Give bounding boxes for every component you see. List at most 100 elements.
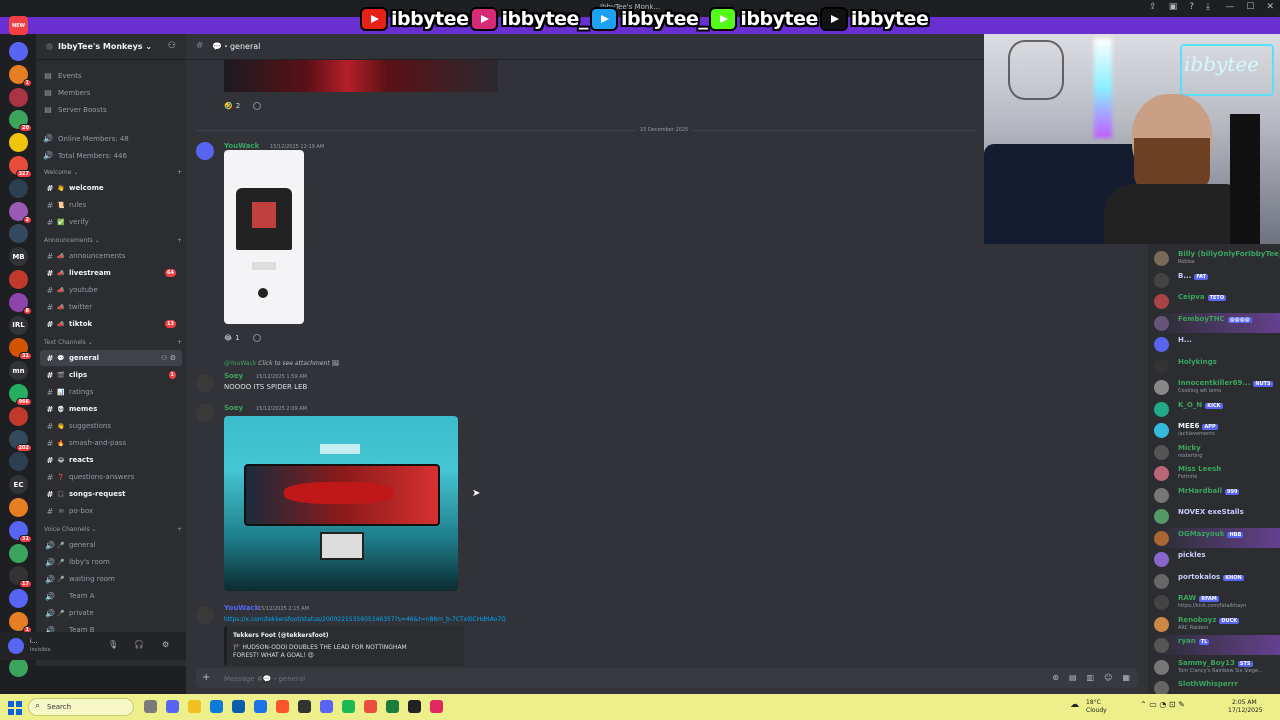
edge-icon[interactable]	[210, 700, 223, 713]
server-icon[interactable]: 966	[9, 384, 32, 406]
channel-po-box[interactable]: # ✉ po-box	[40, 503, 182, 519]
spotify-icon[interactable]	[342, 700, 355, 713]
sticker-icon[interactable]: ▥	[1087, 673, 1095, 682]
xbox-icon[interactable]	[386, 700, 399, 713]
avatar[interactable]	[8, 638, 24, 654]
channel-smash-and-pass[interactable]: # 🔥 smash-and-pass	[40, 435, 182, 451]
brave-icon[interactable]	[276, 700, 289, 713]
tiktok-app-icon[interactable]	[430, 700, 443, 713]
member-row[interactable]: MEE6 APP/achievements	[1154, 420, 1280, 440]
reaction[interactable]: 😂 1	[224, 332, 261, 344]
explorer-icon[interactable]	[188, 700, 201, 713]
message-image-spiderman[interactable]	[224, 60, 498, 92]
server-icon[interactable]	[9, 452, 28, 472]
reaction[interactable]: 🤣 2	[224, 100, 262, 112]
sidebar-item-server-boosts[interactable]: ▤ Server Boosts	[42, 102, 182, 117]
minimize-icon[interactable]: —	[1225, 2, 1234, 12]
member-row[interactable]: H...	[1154, 334, 1280, 354]
help-icon[interactable]: ?	[1189, 2, 1194, 12]
channel-waiting-room[interactable]: 🔊 🎤 waiting room	[40, 571, 182, 587]
category-header[interactable]: Welcome ⌄ +	[44, 169, 182, 176]
gif-icon[interactable]: ▤	[1069, 673, 1077, 682]
channel-ibby-s-room[interactable]: 🔊 🎤 ibby's room	[40, 554, 182, 570]
server-icon[interactable]: MB	[9, 247, 28, 267]
server-icon[interactable]	[9, 224, 28, 244]
outlook-icon[interactable]	[254, 700, 267, 713]
channel-general[interactable]: 🔊 🎤 general	[40, 537, 182, 553]
avatar[interactable]	[196, 606, 214, 624]
channel-youtube[interactable]: # 📣 youtube	[40, 282, 182, 298]
server-icon[interactable]: 1	[9, 612, 32, 634]
server-icon[interactable]	[9, 42, 28, 61]
avatar[interactable]	[196, 404, 214, 422]
reply-reference[interactable]: @YouWack Click to see attachment 🖼	[224, 360, 339, 367]
server-icon[interactable]	[9, 178, 28, 198]
server-icon[interactable]: 8	[9, 292, 32, 315]
member-row[interactable]: Renoboyz DUCK ARC Raiders	[1154, 614, 1280, 634]
add-reaction-icon[interactable]	[252, 334, 261, 342]
taskbar-search[interactable]: ⌕ Search	[28, 698, 134, 716]
server-icon[interactable]	[9, 87, 28, 107]
invite-icon[interactable]: ⚇	[161, 354, 170, 362]
clock-time[interactable]: 2:05 AM	[1232, 699, 1257, 706]
member-row[interactable]: NOVEX exeStalls	[1154, 506, 1280, 526]
member-row[interactable]: Miss Leesh Fortnite	[1154, 463, 1280, 483]
obs-icon[interactable]	[298, 700, 311, 713]
message-image-setup[interactable]	[224, 416, 458, 591]
apps-icon[interactable]: ▦	[1122, 673, 1130, 682]
attach-icon[interactable]: +	[202, 672, 210, 683]
inbox-icon[interactable]: ▣	[1169, 2, 1178, 12]
message-author[interactable]: Soey	[224, 372, 243, 380]
clock-date[interactable]: 17/12/2025	[1228, 707, 1263, 714]
server-icon[interactable]: 2	[9, 201, 32, 224]
server-icon[interactable]	[9, 498, 28, 517]
member-row[interactable]: FemboyTHC @@@@	[1154, 312, 1280, 333]
member-row[interactable]: RAW RFAM https://kick.com/fatalkhayn	[1154, 592, 1280, 612]
add-reaction-icon[interactable]	[253, 102, 262, 110]
windows-start-icon[interactable]	[8, 700, 22, 715]
add-channel-icon[interactable]: +	[177, 526, 182, 533]
gift-icon[interactable]: ⊛	[1052, 673, 1059, 682]
microphone-icon[interactable]: 🎙	[108, 640, 118, 649]
channel-twitter[interactable]: # 📣 twitter	[40, 299, 182, 315]
add-channel-icon[interactable]: +	[177, 237, 182, 244]
channel-suggestions[interactable]: # 👋 suggestions	[40, 418, 182, 434]
chrome-icon[interactable]	[364, 700, 377, 713]
server-icon[interactable]	[9, 657, 28, 677]
invite-icon[interactable]: ⚇	[168, 41, 176, 51]
message-author[interactable]: YouWack	[224, 604, 259, 612]
channel-questions-answers[interactable]: # ❓ questions-answers	[40, 469, 182, 485]
member-row[interactable]: MrHardball 999	[1154, 485, 1280, 505]
headphones-icon[interactable]: 🎧	[134, 640, 144, 649]
category-header[interactable]: Text Channels ⌄ +	[44, 339, 182, 346]
member-row[interactable]: B... FAT	[1154, 270, 1280, 290]
server-icon-new[interactable]: NEW	[9, 16, 28, 35]
server-icon[interactable]	[9, 133, 28, 153]
channel-tiktok[interactable]: # 📣 tiktok 13	[40, 316, 182, 332]
channel-rules[interactable]: # 📜 rules	[40, 197, 182, 213]
member-row[interactable]: Billy (billyOnlyForIbbyTee) Roblox	[1154, 248, 1280, 268]
discord-icon[interactable]	[320, 700, 333, 713]
member-row[interactable]: pickles	[1154, 549, 1280, 569]
category-header[interactable]: Announcements ⌄ +	[44, 237, 182, 244]
avatar[interactable]	[196, 374, 214, 392]
member-row[interactable]: portokalos KHON	[1154, 571, 1280, 591]
member-row[interactable]: Micky restarting	[1154, 442, 1280, 462]
channel-clips[interactable]: # 🎬 clips 1	[40, 367, 182, 383]
add-channel-icon[interactable]: +	[177, 169, 182, 176]
channel-memes[interactable]: # 💀 memes	[40, 401, 182, 417]
server-icon[interactable]: IRL	[9, 315, 28, 335]
sidebar-item-events[interactable]: ▤ Events	[42, 68, 182, 83]
server-icon[interactable]	[9, 406, 28, 426]
settings-icon[interactable]: ⚙	[170, 354, 176, 362]
member-row[interactable]: OGMazyouk HBB	[1154, 527, 1280, 548]
member-row[interactable]: K_O_N KICK	[1154, 399, 1280, 419]
weather-icon[interactable]: ☁	[1070, 700, 1079, 710]
message-author[interactable]: YouWack	[224, 142, 259, 150]
server-icon[interactable]	[9, 270, 28, 289]
server-icon[interactable]: EC	[9, 475, 28, 495]
channel-songs-request[interactable]: # 🎧 songs-request	[40, 486, 182, 502]
channel-general[interactable]: # 💬 general ⚇ ⚙	[40, 350, 182, 366]
server-icon[interactable]: 31	[9, 520, 32, 543]
server-icon[interactable]	[9, 589, 28, 609]
